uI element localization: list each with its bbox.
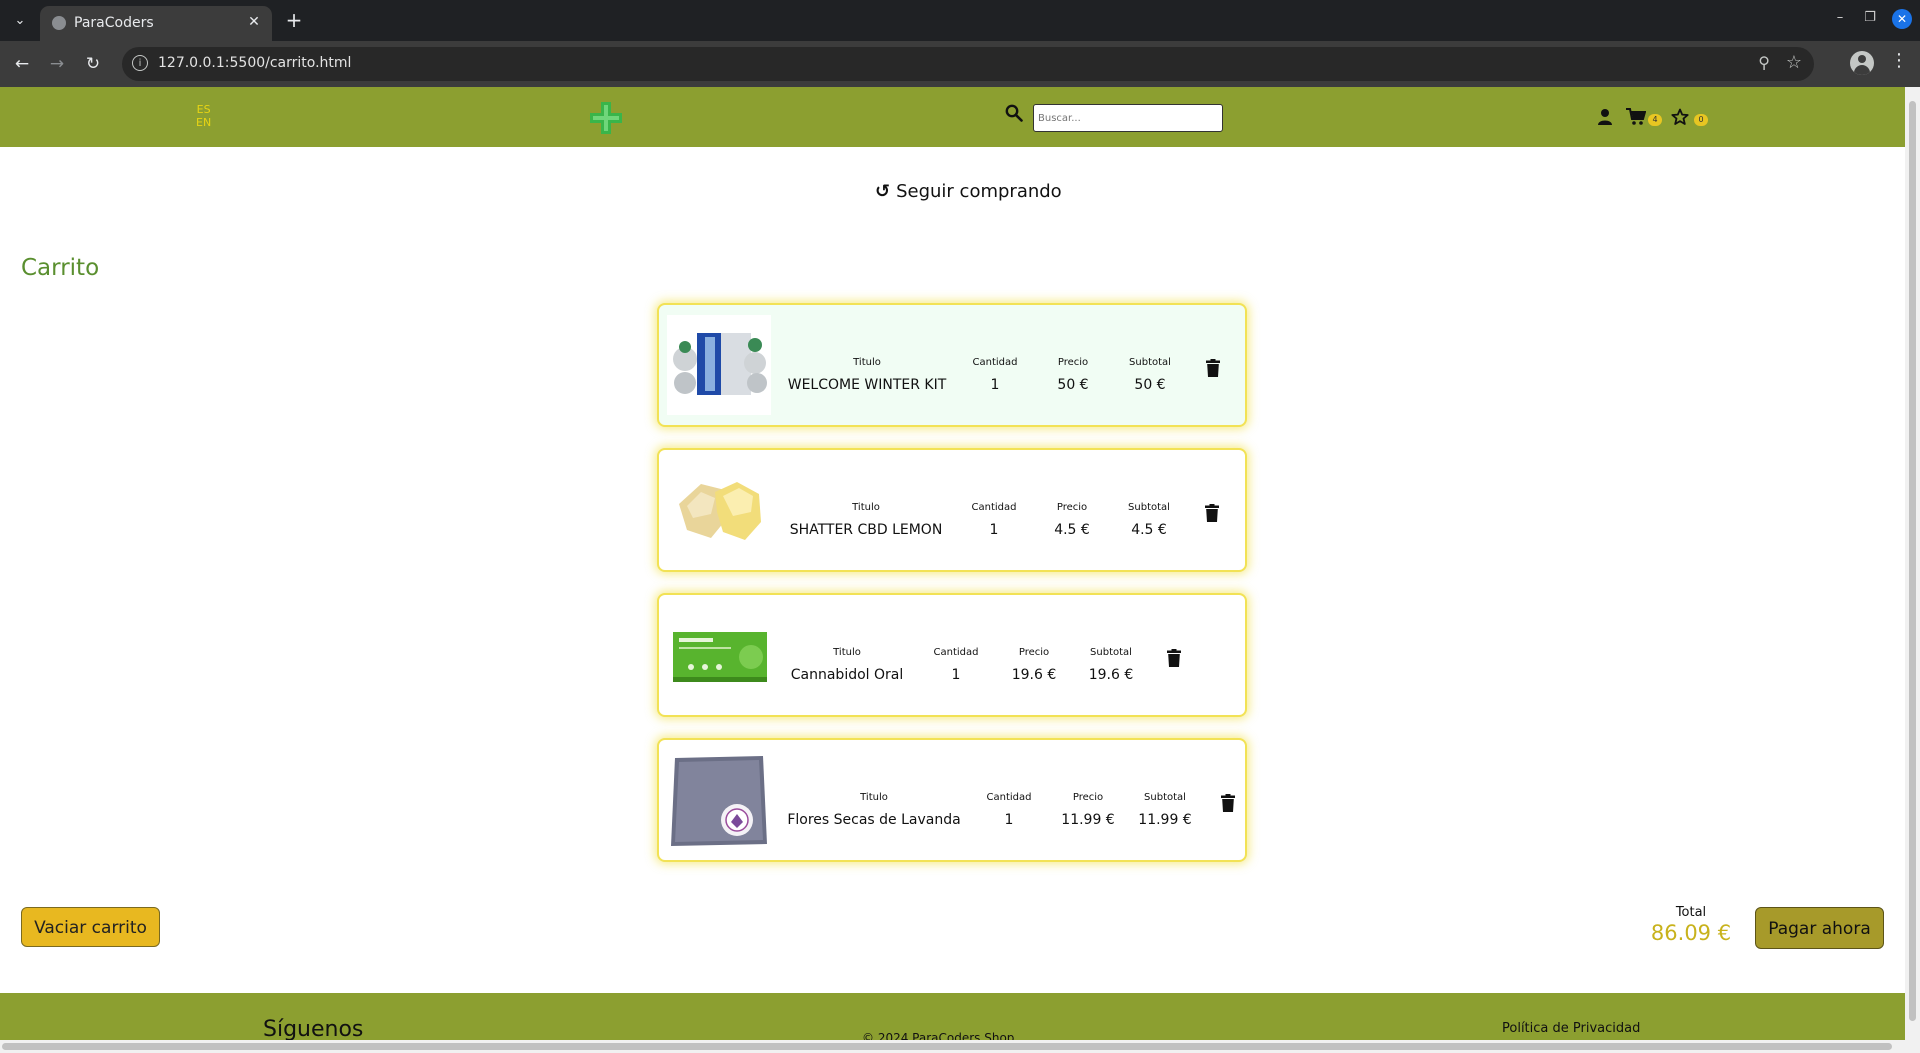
- forward-icon[interactable]: →: [45, 52, 69, 76]
- empty-cart-button[interactable]: Vaciar carrito: [21, 907, 160, 947]
- item-title-column: Titulo Flores Secas de Lavanda: [787, 792, 961, 828]
- footer-follow-heading: Síguenos: [263, 1017, 364, 1040]
- site-footer: Síguenos © 2024 ParaCoders Shop Política…: [0, 993, 1905, 1040]
- item-subtotal-column: Subtotal 11.99 €: [1138, 792, 1192, 828]
- item-quantity: 1: [990, 377, 1000, 393]
- browser-toolbar: ← → ↻ i 127.0.0.1:5500/carrito.html ⚲ ☆ …: [0, 41, 1920, 87]
- cart-count-badge: 4: [1648, 114, 1662, 126]
- globe-icon: [52, 16, 66, 30]
- total-label: Total: [1675, 905, 1707, 920]
- item-quantity: 1: [951, 667, 961, 683]
- horizontal-scrollbar[interactable]: [0, 1040, 1920, 1053]
- product-image-shatter-lemon: [667, 460, 771, 560]
- horizontal-scrollbar-thumb[interactable]: [2, 1043, 1892, 1050]
- page-viewport: ES EN 4 0 ↺ Seguir comprando: [0, 87, 1905, 1040]
- browser-tab[interactable]: ParaCoders ✕: [40, 6, 272, 41]
- zoom-icon[interactable]: ⚲: [1758, 53, 1770, 72]
- address-bar[interactable]: i 127.0.0.1:5500/carrito.html ⚲ ☆: [122, 47, 1814, 81]
- trash-icon[interactable]: [1206, 359, 1220, 377]
- lang-en-link[interactable]: EN: [196, 116, 211, 129]
- favorites-count-badge: 0: [1694, 114, 1708, 126]
- item-subtotal: 4.5 €: [1131, 522, 1167, 538]
- item-quantity-column: Cantidad 1: [972, 357, 1018, 393]
- item-title: SHATTER CBD LEMON: [789, 522, 943, 538]
- restore-icon[interactable]: ❐: [1858, 10, 1882, 25]
- search-input[interactable]: [1033, 104, 1223, 132]
- item-subtotal: 50 €: [1134, 377, 1166, 393]
- continue-shopping-label: Seguir comprando: [896, 181, 1062, 202]
- item-price: 4.5 €: [1054, 522, 1090, 538]
- language-switcher: ES EN: [196, 103, 211, 129]
- item-price-column: Precio 50 €: [1057, 357, 1089, 393]
- cart-item: Titulo Cannabidol Oral Cantidad 1 Precio…: [657, 593, 1247, 717]
- total-amount: 86.09 €: [1650, 921, 1732, 945]
- product-image-cannabidol-oral: [667, 605, 771, 705]
- pharmacy-cross-logo-icon[interactable]: [588, 100, 624, 136]
- bookmark-star-icon[interactable]: ☆: [1786, 52, 1802, 73]
- profile-avatar-icon[interactable]: [1850, 51, 1874, 75]
- site-info-icon[interactable]: i: [132, 55, 148, 71]
- item-price-column: Precio 11.99 €: [1061, 792, 1115, 828]
- vertical-scrollbar-thumb[interactable]: [1909, 101, 1916, 1021]
- vertical-scrollbar[interactable]: [1905, 87, 1920, 1040]
- product-image-lavender-flowers: [667, 750, 771, 850]
- item-subtotal: 11.99 €: [1138, 812, 1192, 828]
- site-header: ES EN 4 0: [0, 87, 1905, 147]
- item-quantity-column: Cantidad 1: [933, 647, 979, 683]
- reload-icon[interactable]: ↻: [81, 52, 105, 76]
- item-quantity: 1: [1004, 812, 1014, 828]
- item-subtotal: 19.6 €: [1088, 667, 1134, 683]
- item-title-column: Titulo SHATTER CBD LEMON: [789, 502, 943, 538]
- user-icon[interactable]: [1596, 108, 1614, 126]
- item-subtotal-column: Subtotal 50 €: [1129, 357, 1171, 393]
- browser-menu-icon[interactable]: ⋮: [1890, 50, 1908, 71]
- item-price: 50 €: [1057, 377, 1089, 393]
- item-title: Flores Secas de Lavanda: [787, 812, 961, 828]
- trash-icon[interactable]: [1205, 504, 1219, 522]
- item-title: WELCOME WINTER KIT: [787, 377, 947, 393]
- item-quantity: 1: [989, 522, 999, 538]
- footer-copyright: © 2024 ParaCoders Shop: [862, 1031, 1015, 1040]
- tab-title: ParaCoders: [74, 15, 154, 31]
- item-price-column: Precio 4.5 €: [1054, 502, 1090, 538]
- item-quantity-column: Cantidad 1: [986, 792, 1032, 828]
- window-close-icon[interactable]: ✕: [1892, 9, 1912, 29]
- continue-shopping-link[interactable]: ↺ Seguir comprando: [875, 181, 1062, 202]
- minimize-icon[interactable]: –: [1828, 10, 1852, 25]
- shopping-cart-icon[interactable]: [1626, 108, 1646, 126]
- back-icon[interactable]: ←: [10, 52, 34, 76]
- browser-tab-bar: ⌄ ParaCoders ✕ + – ❐ ✕: [0, 0, 1920, 41]
- item-price-column: Precio 19.6 €: [1011, 647, 1057, 683]
- item-subtotal-column: Subtotal 19.6 €: [1088, 647, 1134, 683]
- item-title-column: Titulo WELCOME WINTER KIT: [787, 357, 947, 393]
- close-tab-icon[interactable]: ✕: [244, 12, 264, 32]
- undo-arrow-icon: ↺: [875, 181, 891, 202]
- product-image-winter-kit: [667, 315, 771, 415]
- cart-item: Titulo SHATTER CBD LEMON Cantidad 1 Prec…: [657, 448, 1247, 572]
- cart-item: Titulo Flores Secas de Lavanda Cantidad …: [657, 738, 1247, 862]
- item-title-column: Titulo Cannabidol Oral: [790, 647, 904, 683]
- item-price: 19.6 €: [1011, 667, 1057, 683]
- search-icon[interactable]: [1005, 104, 1023, 122]
- item-price: 11.99 €: [1061, 812, 1115, 828]
- trash-icon[interactable]: [1167, 649, 1181, 667]
- new-tab-button[interactable]: +: [282, 9, 306, 33]
- trash-icon[interactable]: [1221, 794, 1235, 812]
- url-text[interactable]: 127.0.0.1:5500/carrito.html: [158, 55, 351, 71]
- page-title: Carrito: [21, 255, 100, 281]
- item-title: Cannabidol Oral: [790, 667, 904, 683]
- favorites-star-icon[interactable]: [1671, 108, 1689, 126]
- privacy-policy-link[interactable]: Política de Privacidad: [1502, 1021, 1640, 1036]
- item-subtotal-column: Subtotal 4.5 €: [1128, 502, 1170, 538]
- item-quantity-column: Cantidad 1: [971, 502, 1017, 538]
- cart-item: Titulo WELCOME WINTER KIT Cantidad 1 Pre…: [657, 303, 1247, 427]
- pay-now-button[interactable]: Pagar ahora: [1755, 907, 1884, 949]
- lang-es-link[interactable]: ES: [196, 103, 211, 116]
- tab-search-dropdown[interactable]: ⌄: [8, 8, 32, 32]
